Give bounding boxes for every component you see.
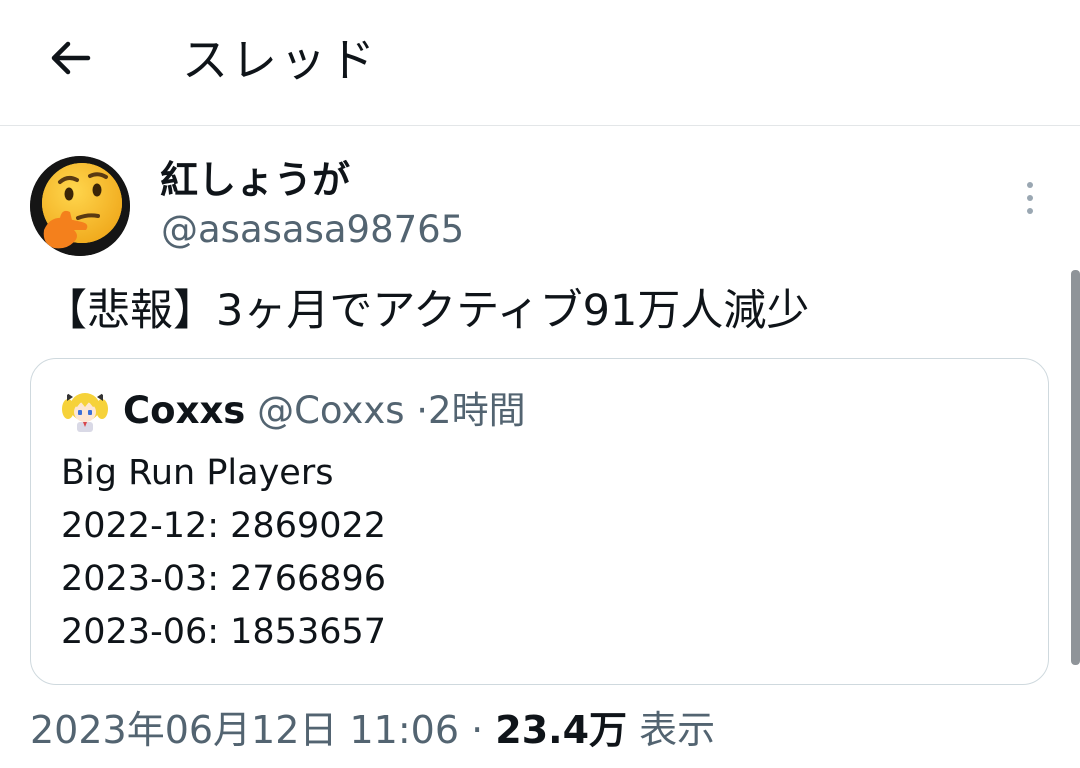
anime-character-avatar [61, 387, 109, 435]
quote-line: Big Run Players [61, 453, 334, 493]
quote-text: Big Run Players 2022-12: 2869022 2023-03… [61, 447, 386, 659]
quote-header: Coxxs @Coxxs ·2時間 [123, 387, 526, 435]
more-options-button[interactable] [1012, 176, 1048, 220]
page-title: スレッド [182, 33, 378, 87]
quote-line: 2023-03: 2766896 [61, 559, 387, 599]
more-dot [1027, 208, 1033, 214]
quote-author-avatar[interactable] [61, 387, 109, 435]
quote-line: 2023-06: 1853657 [61, 612, 387, 652]
author-name[interactable]: 紅しょうが [160, 156, 350, 204]
author-handle[interactable]: @asasasa98765 [161, 206, 464, 254]
more-vertical-icon [1027, 182, 1033, 188]
scrollbar[interactable] [1071, 270, 1080, 665]
quote-line: 2022-12: 2869022 [61, 506, 387, 546]
more-dot [1027, 195, 1033, 201]
arrow-left-icon [51, 41, 91, 75]
tweet-timestamp[interactable]: 2023年06月12日 11:06 [30, 708, 459, 752]
quote-separator: · [416, 389, 429, 432]
author-avatar[interactable] [30, 156, 130, 256]
tweet-text: 【悲報】3ヶ月でアクティブ91万人減少 [44, 286, 810, 336]
thinking-face-emoji [30, 156, 130, 256]
quoted-tweet-card[interactable]: Coxxs @Coxxs ·2時間 Big Run Players 2022-1… [30, 358, 1049, 685]
quote-author-handle[interactable]: @Coxxs [257, 389, 404, 432]
quote-author-name[interactable]: Coxxs [123, 389, 245, 432]
quote-time[interactable]: 2時間 [428, 389, 526, 432]
meta-separator: · [471, 708, 484, 752]
back-button[interactable] [44, 32, 96, 84]
views-count[interactable]: 23.4万 [495, 708, 627, 752]
views-label: 表示 [639, 708, 716, 752]
tweet-meta: 2023年06月12日 11:06 · 23.4万 表示 [30, 700, 715, 760]
top-bar: スレッド [0, 0, 1080, 126]
